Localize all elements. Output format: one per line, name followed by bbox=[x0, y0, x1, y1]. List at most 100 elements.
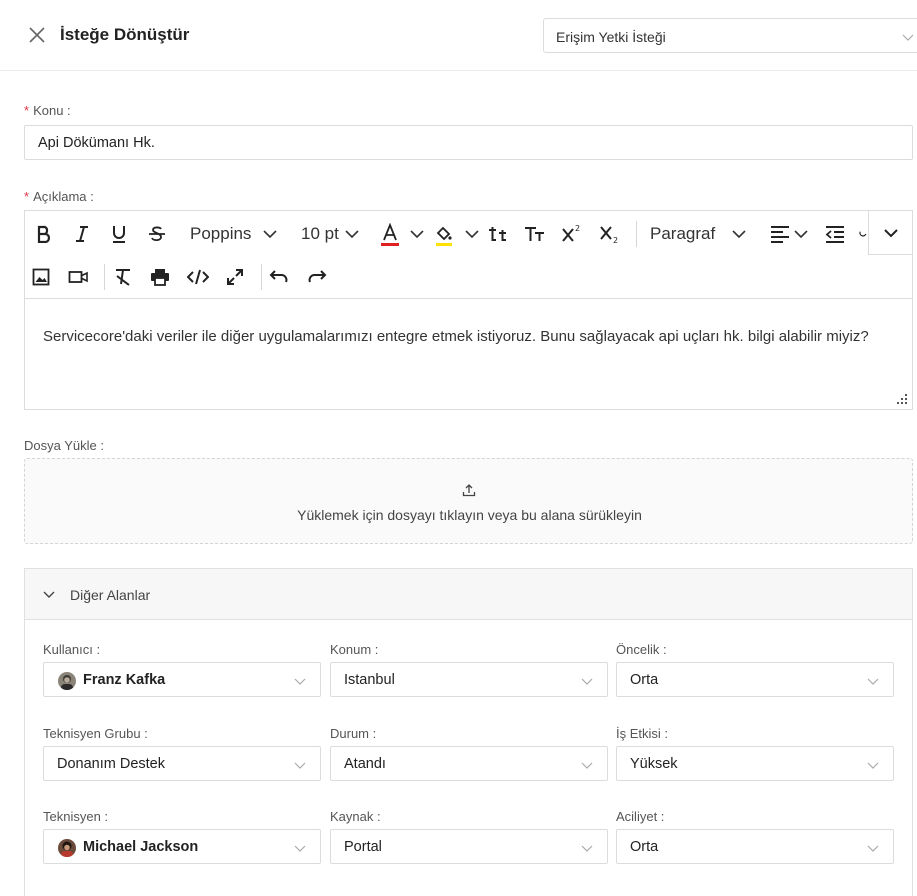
priority-label: Öncelik : bbox=[616, 642, 667, 657]
toolbar-divider bbox=[261, 264, 262, 290]
print-icon bbox=[151, 269, 169, 286]
file-upload-dropzone[interactable]: Yüklemek için dosyayı tıklayın veya bu a… bbox=[24, 458, 913, 544]
subject-input[interactable]: Api Dökümanı Hk. bbox=[24, 125, 913, 160]
subscript-button[interactable]: 2 bbox=[598, 223, 622, 245]
insert-video-button[interactable] bbox=[66, 266, 90, 288]
upload-label: Dosya Yükle : bbox=[24, 438, 104, 453]
technician-value: Michael Jackson bbox=[83, 839, 199, 855]
superscript-button[interactable]: 2 bbox=[560, 222, 584, 244]
font-color-icon bbox=[381, 223, 399, 246]
chevron-down-icon[interactable] bbox=[465, 228, 479, 240]
redo-button[interactable] bbox=[306, 266, 328, 288]
print-button[interactable] bbox=[149, 266, 171, 288]
lowercase-button[interactable] bbox=[485, 223, 511, 245]
editor-toolbar: Poppins 10 pt 2 2 Paragraf bbox=[25, 211, 912, 299]
fullscreen-button[interactable] bbox=[224, 266, 246, 288]
strikethrough-button[interactable] bbox=[146, 223, 168, 245]
close-button[interactable] bbox=[28, 26, 46, 44]
priority-value: Orta bbox=[630, 672, 659, 688]
editor-content[interactable]: Servicecore'daki veriler ile diğer uygul… bbox=[43, 318, 893, 356]
align-left-icon bbox=[771, 226, 789, 243]
redo-icon bbox=[308, 270, 327, 283]
other-fields-title: Diğer Alanlar bbox=[70, 587, 151, 603]
dialog-title: İsteğe Dönüştür bbox=[60, 25, 190, 44]
video-icon bbox=[68, 271, 88, 283]
urgency-select[interactable]: Orta bbox=[616, 829, 894, 864]
clear-format-icon bbox=[116, 269, 130, 286]
avatar bbox=[58, 672, 76, 690]
subject-label: * Konu : bbox=[24, 103, 71, 118]
paragraph-select[interactable]: Paragraf bbox=[650, 224, 715, 244]
outdent-icon bbox=[825, 226, 844, 243]
toolbar-more-button[interactable] bbox=[868, 211, 912, 255]
urgency-value: Orta bbox=[630, 839, 659, 855]
urgency-label: Aciliyet : bbox=[616, 809, 665, 824]
other-fields-toggle[interactable]: Diğer Alanlar bbox=[25, 569, 912, 620]
svg-text:2: 2 bbox=[575, 224, 580, 233]
chevron-down-icon bbox=[581, 678, 593, 685]
bold-button[interactable] bbox=[33, 223, 55, 245]
subject-value: Api Dökümanı Hk. bbox=[38, 135, 155, 151]
impact-label: İş Etkisi : bbox=[616, 726, 669, 741]
technician-select[interactable]: Michael Jackson bbox=[43, 829, 321, 864]
request-type-select[interactable]: Erişim Yetki İsteği bbox=[543, 18, 917, 53]
status-select[interactable]: Atandı bbox=[330, 746, 608, 781]
request-type-value: Erişim Yetki İsteği bbox=[556, 29, 666, 45]
chevron-down-icon[interactable] bbox=[732, 228, 746, 240]
resize-handle-icon[interactable] bbox=[896, 393, 908, 405]
font-size-select[interactable]: 10 pt bbox=[301, 224, 339, 244]
chevron-down-icon bbox=[294, 762, 306, 769]
required-marker: * bbox=[24, 189, 30, 204]
chevron-down-icon bbox=[294, 845, 306, 852]
highlight-color-button[interactable] bbox=[433, 222, 455, 248]
required-marker: * bbox=[24, 103, 30, 118]
code-icon bbox=[187, 269, 209, 285]
chevron-down-icon[interactable] bbox=[794, 228, 808, 240]
font-color-button[interactable] bbox=[379, 222, 401, 248]
chevron-down-icon bbox=[43, 591, 55, 598]
source-select[interactable]: Portal bbox=[330, 829, 608, 864]
upload-icon bbox=[462, 484, 476, 497]
image-icon bbox=[32, 268, 50, 286]
chevron-down-icon bbox=[581, 762, 593, 769]
close-icon bbox=[29, 27, 45, 43]
description-label: * Açıklama : bbox=[24, 189, 94, 204]
impact-value: Yüksek bbox=[630, 756, 678, 772]
user-value: Franz Kafka bbox=[83, 672, 166, 688]
priority-select[interactable]: Orta bbox=[616, 662, 894, 697]
toolbar-divider bbox=[636, 221, 637, 247]
superscript-icon: 2 bbox=[562, 224, 580, 242]
italic-button[interactable] bbox=[71, 223, 93, 245]
chevron-down-icon[interactable] bbox=[263, 228, 277, 240]
technician-label: Teknisyen : bbox=[43, 809, 109, 824]
chevron-down-icon[interactable] bbox=[410, 228, 424, 240]
clear-format-button[interactable] bbox=[112, 266, 134, 288]
lowercase-icon bbox=[489, 227, 506, 241]
uppercase-button[interactable] bbox=[522, 223, 548, 245]
location-value: Istanbul bbox=[344, 672, 395, 688]
outdent-button[interactable] bbox=[824, 223, 846, 245]
location-select[interactable]: Istanbul bbox=[330, 662, 608, 697]
chevron-down-icon bbox=[902, 34, 914, 41]
underline-button[interactable] bbox=[108, 223, 130, 245]
undo-button[interactable] bbox=[268, 266, 290, 288]
code-view-button[interactable] bbox=[186, 266, 210, 288]
technician-group-select[interactable]: Donanım Destek bbox=[43, 746, 321, 781]
technician-group-value: Donanım Destek bbox=[57, 756, 165, 772]
uppercase-icon bbox=[525, 227, 544, 241]
indent-button[interactable] bbox=[859, 227, 867, 241]
chevron-down-icon[interactable] bbox=[345, 228, 359, 240]
undo-icon bbox=[269, 270, 288, 283]
align-button[interactable] bbox=[769, 223, 791, 245]
chevron-down-icon bbox=[581, 845, 593, 852]
font-family-select[interactable]: Poppins bbox=[190, 224, 251, 244]
indent-icon bbox=[859, 231, 867, 237]
underline-icon bbox=[113, 226, 125, 243]
strikethrough-icon bbox=[149, 226, 165, 242]
technician-group-label: Teknisyen Grubu : bbox=[43, 726, 148, 741]
user-select[interactable]: Franz Kafka bbox=[43, 662, 321, 697]
impact-select[interactable]: Yüksek bbox=[616, 746, 894, 781]
avatar bbox=[58, 839, 76, 857]
insert-image-button[interactable] bbox=[30, 266, 52, 288]
status-value: Atandı bbox=[344, 756, 386, 772]
